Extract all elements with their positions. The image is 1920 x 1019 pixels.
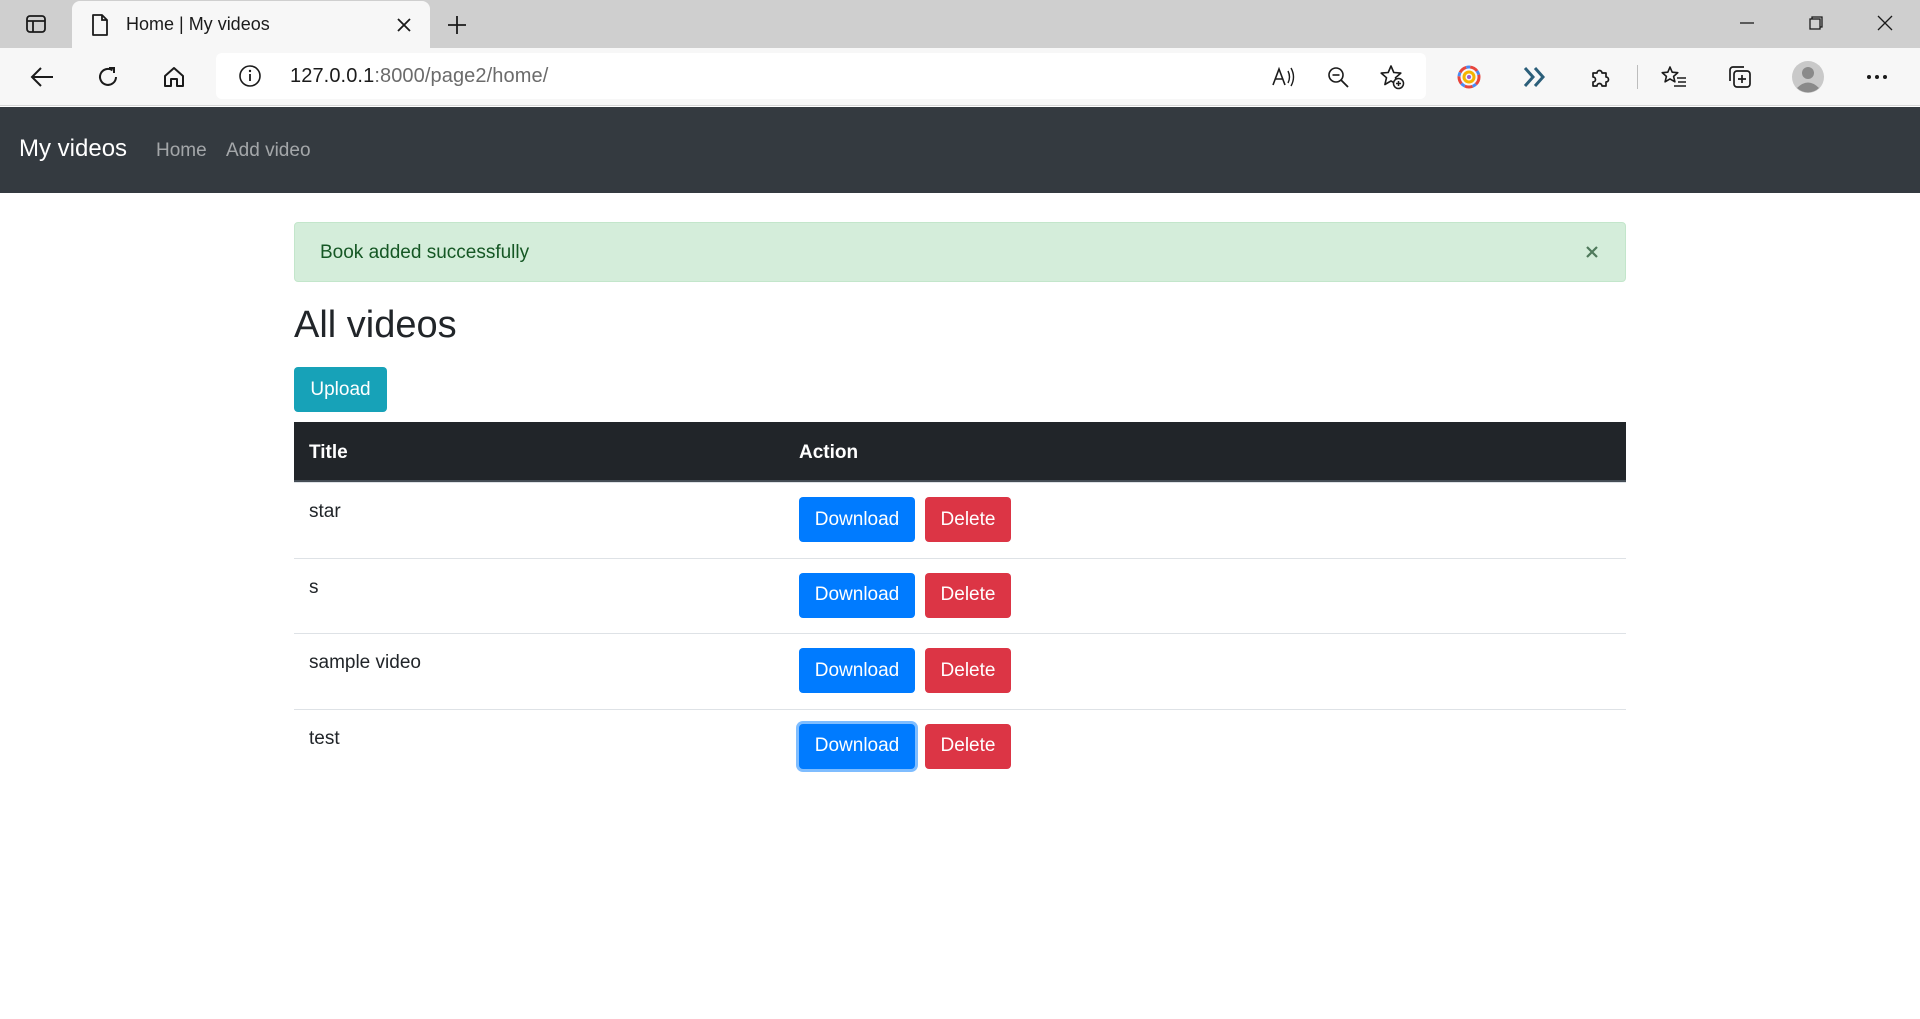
info-icon[interactable]: [238, 64, 262, 93]
favorites-icon[interactable]: [1654, 57, 1694, 97]
table-row: star Download Delete: [294, 482, 1626, 558]
back-icon[interactable]: [22, 57, 62, 97]
collections-icon[interactable]: [1720, 57, 1760, 97]
video-title: star: [309, 501, 341, 522]
extension-color-icon[interactable]: [1449, 57, 1489, 97]
window-close-icon[interactable]: [1863, 8, 1907, 38]
restore-icon[interactable]: [1794, 8, 1838, 38]
videos-table: Title Action star Download Delete s Down…: [294, 422, 1626, 784]
download-button[interactable]: Download: [799, 572, 915, 618]
page-icon: [90, 13, 110, 42]
video-title: test: [309, 727, 340, 749]
refresh-icon[interactable]: [88, 57, 128, 97]
browser-tab[interactable]: Home | My videos: [72, 1, 430, 48]
browser-toolbar: 127.0.0.1:8000/page2/home/: [0, 48, 1920, 106]
column-header-title: Title: [309, 442, 348, 463]
main-container: Book added successfully All videos Uploa…: [294, 222, 1626, 769]
app-navbar: My videos Home Add video: [0, 107, 1920, 193]
home-icon[interactable]: [154, 57, 194, 97]
download-button[interactable]: Download: [799, 497, 915, 542]
sidebar-toggle-icon[interactable]: [14, 10, 58, 38]
tab-title: Home | My videos: [126, 14, 270, 34]
close-icon[interactable]: [392, 13, 416, 37]
nav-link-home[interactable]: Home: [156, 140, 207, 162]
minimize-icon[interactable]: [1725, 8, 1769, 38]
close-icon[interactable]: [1581, 241, 1603, 263]
url-host: 127.0.0.1: [290, 65, 375, 87]
column-header-action: Action: [799, 442, 859, 463]
delete-button[interactable]: Delete: [925, 497, 1011, 542]
plus-icon[interactable]: [442, 10, 472, 40]
delete-button[interactable]: Delete: [925, 572, 1011, 618]
profile-icon[interactable]: [1788, 57, 1828, 97]
read-aloud-icon[interactable]: [1270, 63, 1298, 91]
browser-tabstrip: Home | My videos: [0, 0, 1920, 48]
table-row: sample video Download Delete: [294, 633, 1626, 709]
upload-button[interactable]: Upload: [294, 367, 387, 412]
url-path: :8000/page2/home/: [374, 65, 549, 87]
video-title: sample video: [309, 652, 421, 673]
download-button[interactable]: Download: [799, 723, 915, 769]
success-alert: Book added successfully: [294, 222, 1626, 282]
puzzle-icon[interactable]: [1581, 57, 1621, 97]
chevrons-icon[interactable]: [1515, 57, 1555, 97]
page-title: All videos: [294, 304, 457, 346]
more-icon[interactable]: [1857, 57, 1897, 97]
download-button[interactable]: Download: [799, 648, 915, 693]
zoom-out-icon[interactable]: [1324, 63, 1352, 91]
delete-button[interactable]: Delete: [925, 648, 1011, 693]
table-row: test Download Delete: [294, 708, 1626, 785]
video-title: s: [309, 576, 319, 598]
nav-link-add-video[interactable]: Add video: [226, 140, 311, 162]
url-text[interactable]: 127.0.0.1:8000/page2/home/: [290, 65, 548, 88]
toolbar-separator: [1637, 65, 1638, 89]
alert-message: Book added successfully: [320, 242, 530, 263]
table-header: Title Action: [294, 422, 1626, 482]
table-row: s Download Delete: [294, 557, 1626, 634]
address-bar[interactable]: 127.0.0.1:8000/page2/home/: [216, 53, 1426, 99]
add-favorite-icon[interactable]: [1378, 63, 1406, 91]
navbar-brand[interactable]: My videos: [19, 135, 127, 163]
delete-button[interactable]: Delete: [925, 723, 1011, 769]
